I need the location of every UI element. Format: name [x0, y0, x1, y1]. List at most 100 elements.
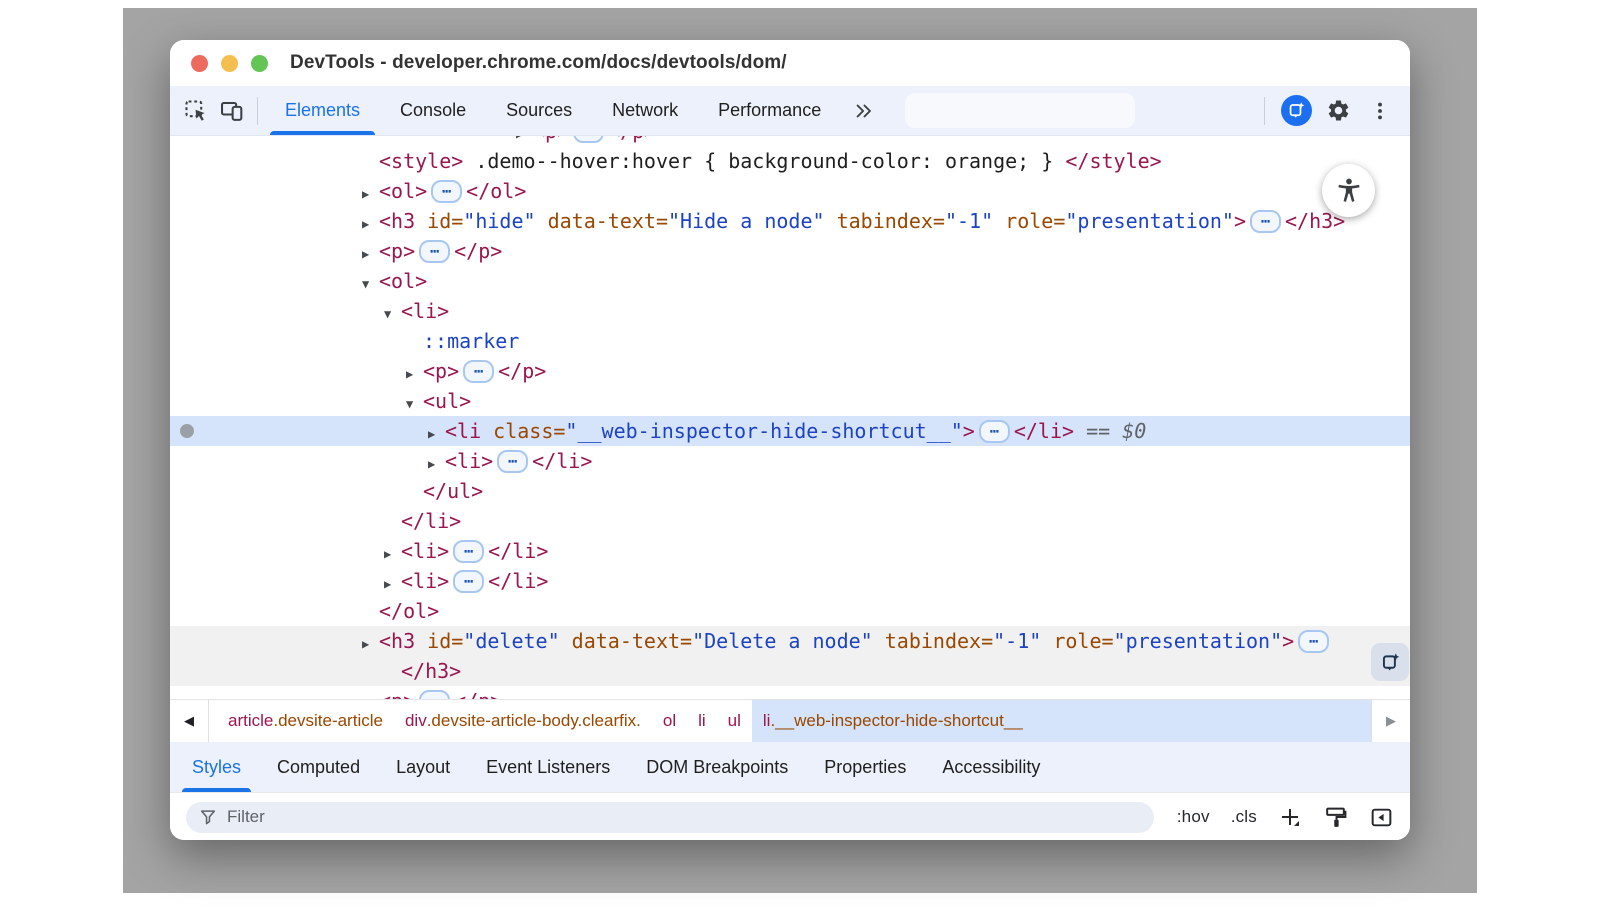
filter-funnel-icon — [199, 808, 217, 826]
dom-tree-row[interactable]: ▶<h3 id="delete" data-text="Delete a nod… — [170, 626, 1410, 656]
code-token-tag: > — [963, 419, 975, 443]
ellipsis-badge[interactable]: ⋯ — [453, 540, 484, 563]
ellipsis-badge[interactable]: ⋯ — [573, 136, 604, 143]
code-token-val: "presentation" — [1114, 629, 1283, 653]
tab-sources[interactable]: Sources — [486, 86, 592, 135]
dom-tree-row[interactable]: ▶<li>⋯</li> — [170, 446, 1410, 476]
code-token-tag: </p> — [454, 689, 502, 699]
breadcrumb-item[interactable]: li — [687, 700, 717, 742]
dom-tree-row[interactable]: ::marker — [170, 326, 1410, 356]
ellipsis-badge[interactable]: ⋯ — [431, 180, 462, 203]
ai-assistance-button[interactable] — [1278, 93, 1314, 129]
code-token-attr: data-text= — [536, 209, 668, 233]
breadcrumb-item[interactable]: article.devsite-article — [217, 700, 394, 742]
dom-tree-row[interactable]: ▶<li>⋯</li> — [170, 536, 1410, 566]
ai-assistance-floating-button[interactable] — [1371, 643, 1409, 681]
collapsed-arrow-icon[interactable]: ▶ — [428, 419, 445, 449]
new-style-rule-button[interactable] — [1278, 805, 1302, 829]
ellipsis-badge[interactable]: ⋯ — [419, 690, 450, 699]
collapsed-arrow-icon[interactable]: ▶ — [406, 359, 423, 389]
expanded-arrow-icon[interactable]: ▼ — [362, 269, 379, 299]
breadcrumb-item[interactable]: div.devsite-article-body.clearfix. — [394, 700, 652, 742]
devtools-window: DevTools - developer.chrome.com/docs/dev… — [170, 40, 1410, 840]
dom-tree-row[interactable]: </h3> — [170, 656, 1410, 686]
dom-tree-row[interactable]: ▶<li class="__web-inspector-hide-shortcu… — [170, 416, 1410, 446]
dom-tree-row[interactable]: ▶<li>⋯</li> — [170, 566, 1410, 596]
inspect-element-button[interactable] — [178, 93, 214, 129]
dom-tree-row[interactable]: ▶<p>⋯</p> — [170, 686, 1410, 699]
collapsed-arrow-icon[interactable]: ▶ — [362, 239, 379, 269]
tab-elements[interactable]: Elements — [265, 86, 380, 135]
close-window-button[interactable] — [191, 55, 208, 72]
settings-button[interactable] — [1320, 93, 1356, 129]
dom-tree-row[interactable]: </li> — [170, 506, 1410, 536]
breadcrumb-tag: ol — [663, 711, 676, 731]
code-token-val: "__web-inspector-hide-shortcut__" — [565, 419, 962, 443]
toggle-device-toolbar-button[interactable] — [214, 93, 250, 129]
breadcrumb-item[interactable]: li.__web-inspector-hide-shortcut__ — [752, 700, 1371, 742]
breadcrumb-item[interactable]: ol — [652, 700, 687, 742]
ellipsis-badge[interactable]: ⋯ — [497, 450, 528, 473]
dom-tree-row[interactable]: <style> .demo--hover:hover { background-… — [170, 146, 1410, 176]
collapsed-arrow-icon[interactable]: ▶ — [384, 569, 401, 599]
dom-tree: ▶<p>⋯</p><style> .demo--hover:hover { ba… — [170, 136, 1410, 699]
minimize-window-button[interactable] — [221, 55, 238, 72]
ellipsis-badge[interactable]: ⋯ — [463, 360, 494, 383]
dom-tree-row[interactable]: ▶<h3 id="hide" data-text="Hide a node" t… — [170, 206, 1410, 236]
tab-computed[interactable]: Computed — [259, 742, 378, 792]
dom-tree-row[interactable]: ▶<p>⋯</p> — [170, 136, 1410, 146]
toggle-sidebar-button[interactable] — [1369, 805, 1394, 830]
expanded-arrow-icon[interactable]: ▼ — [406, 389, 423, 419]
tab-performance[interactable]: Performance — [698, 86, 841, 135]
tab-styles[interactable]: Styles — [174, 742, 259, 792]
ellipsis-badge[interactable]: ⋯ — [1298, 630, 1329, 653]
rendering-emulation-button[interactable] — [1323, 805, 1348, 830]
plus-icon — [1278, 805, 1302, 829]
code-token-attr: data-text= — [560, 629, 692, 653]
tab-layout[interactable]: Layout — [378, 742, 468, 792]
code-token-attr: id= — [415, 209, 463, 233]
code-token-plain: .demo--hover:hover { background-color: o… — [463, 149, 1065, 173]
more-tabs-button[interactable] — [841, 100, 887, 122]
breadcrumb-item[interactable]: ul — [717, 700, 752, 742]
dom-tree-row[interactable]: ▼<ol> — [170, 266, 1410, 296]
dom-tree-row[interactable]: ▶<p>⋯</p> — [170, 236, 1410, 266]
dock-side-icon — [1369, 805, 1394, 830]
collapsed-arrow-icon[interactable]: ▶ — [362, 629, 379, 659]
style-filter-input[interactable]: Filter — [186, 802, 1154, 833]
collapsed-arrow-icon[interactable]: ▶ — [384, 539, 401, 569]
code-token-tag: </ul> — [423, 479, 483, 503]
expanded-arrow-icon[interactable]: ▼ — [384, 299, 401, 329]
dom-tree-row[interactable]: ▶<p>⋯</p> — [170, 356, 1410, 386]
collapsed-arrow-icon[interactable]: ▶ — [362, 179, 379, 209]
breadcrumb: article.devsite-articlediv.devsite-artic… — [209, 700, 1371, 742]
accessibility-overlay-button[interactable] — [1322, 164, 1375, 217]
toolbar-right-controls — [1257, 93, 1398, 129]
zoom-window-button[interactable] — [251, 55, 268, 72]
tab-event-listeners[interactable]: Event Listeners — [468, 742, 628, 792]
ellipsis-badge[interactable]: ⋯ — [453, 570, 484, 593]
dom-tree-row[interactable]: </ol> — [170, 596, 1410, 626]
dom-tree-row[interactable]: ▼<li> — [170, 296, 1410, 326]
tab-dom-breakpoints[interactable]: DOM Breakpoints — [628, 742, 806, 792]
ellipsis-badge[interactable]: ⋯ — [1250, 210, 1281, 233]
dom-tree-row[interactable]: </ul> — [170, 476, 1410, 506]
ellipsis-badge[interactable]: ⋯ — [979, 420, 1010, 443]
tab-network[interactable]: Network — [592, 86, 698, 135]
collapsed-arrow-icon[interactable]: ▶ — [428, 449, 445, 479]
breadcrumb-scroll-left-button[interactable]: ◀ — [170, 700, 209, 742]
panel-tab-strip: ElementsConsoleSourcesNetworkPerformance — [265, 86, 841, 135]
element-classes-button[interactable]: .cls — [1231, 807, 1257, 827]
tab-console[interactable]: Console — [380, 86, 486, 135]
collapsed-arrow-icon[interactable]: ▶ — [362, 209, 379, 239]
dom-tree-row[interactable]: ▶<ol>⋯</ol> — [170, 176, 1410, 206]
toggle-element-state-button[interactable]: :hov — [1177, 807, 1210, 827]
tab-accessibility[interactable]: Accessibility — [924, 742, 1058, 792]
dom-tree-row[interactable]: ▼<ul> — [170, 386, 1410, 416]
collapsed-arrow-icon[interactable]: ▶ — [362, 689, 379, 699]
breadcrumb-scroll-right-button[interactable]: ▶ — [1371, 700, 1410, 742]
ellipsis-badge[interactable]: ⋯ — [419, 240, 450, 263]
code-token-eq: == — [1074, 419, 1122, 443]
tab-properties[interactable]: Properties — [806, 742, 924, 792]
devtools-menu-button[interactable] — [1362, 93, 1398, 129]
